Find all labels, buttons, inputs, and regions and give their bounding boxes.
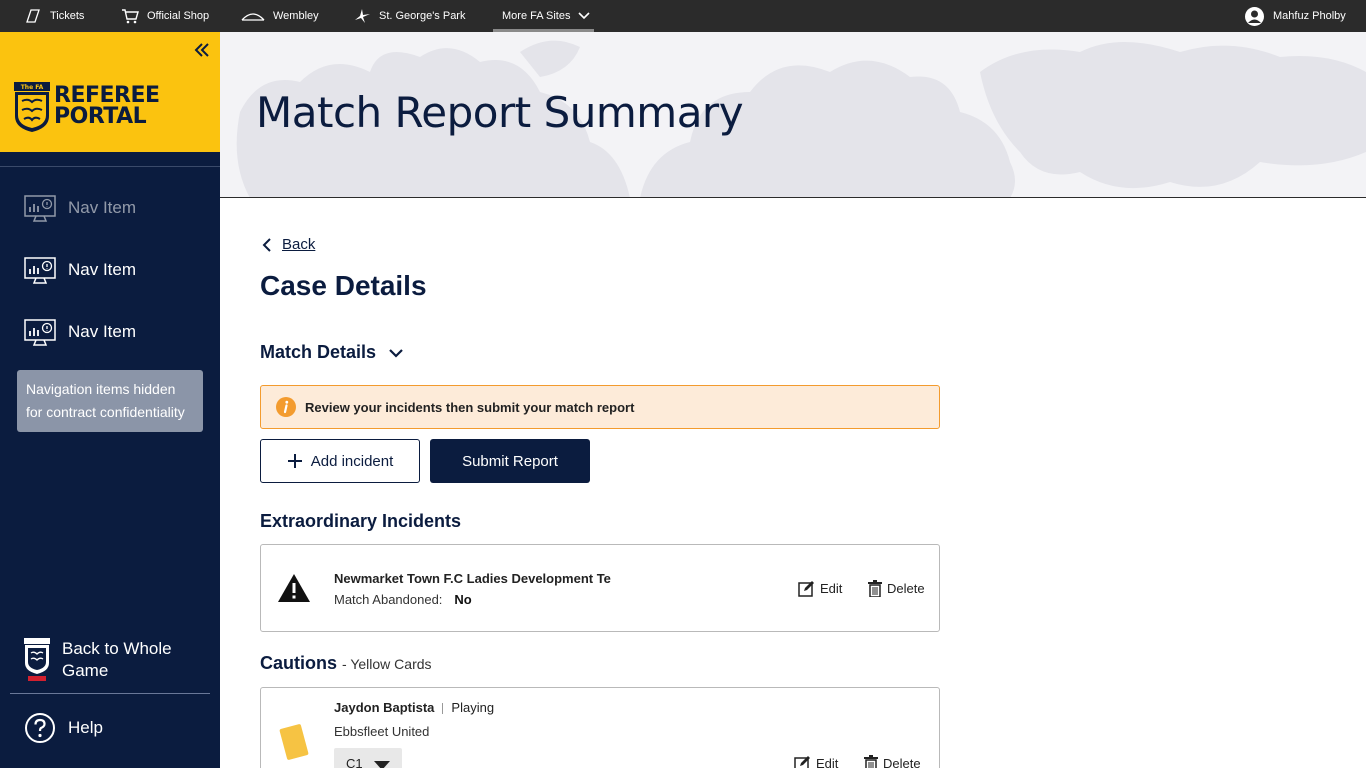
submit-report-button[interactable]: Submit Report: [430, 439, 590, 483]
st-georges-park-link[interactable]: St. George's Park: [353, 0, 465, 32]
monitor-report-icon: [24, 195, 56, 222]
tickets-label: Tickets: [50, 10, 85, 22]
delete-caution-button[interactable]: Delete: [864, 755, 921, 768]
delete-label: Delete: [883, 756, 921, 768]
user-name: Mahfuz Pholby: [1273, 10, 1346, 22]
case-details-heading: Case Details: [260, 270, 427, 301]
cautions-subtitle: - Yellow Cards: [342, 656, 432, 672]
monitor-report-icon: [24, 319, 56, 346]
match-details-toggle[interactable]: Match Details: [260, 342, 404, 363]
match-abandoned-value: No: [454, 592, 472, 607]
sidebar-item-label: Nav Item: [68, 260, 137, 279]
caution-code-value: C1: [346, 756, 363, 768]
divider: [442, 703, 444, 715]
edit-incident-button[interactable]: Edit: [798, 580, 842, 597]
sidebar-item-2[interactable]: Nav Item: [0, 248, 220, 292]
delete-label: Delete: [887, 581, 925, 596]
chevron-down-icon: [578, 12, 591, 20]
sidebar-divider: [0, 166, 220, 167]
shop-label: Official Shop: [147, 10, 210, 22]
more-fa-sites-label: More FA Sites: [502, 10, 571, 22]
sidebar-item-1[interactable]: Nav Item: [0, 186, 220, 230]
fa-crest-icon: [24, 638, 50, 681]
hidden-nav-note: Navigation items hidden for contract con…: [17, 370, 203, 432]
wembley-label: Wembley: [273, 10, 319, 22]
shop-link[interactable]: Official Shop: [121, 0, 209, 32]
brand-title-line2: PORTAL: [54, 104, 147, 129]
chevron-left-icon: [262, 237, 271, 252]
caution-card: Jaydon Baptista Playing Ebbsfleet United …: [260, 687, 940, 768]
edit-label: Edit: [820, 581, 843, 596]
sgp-icon: [355, 9, 370, 23]
caret-down-icon: [374, 761, 390, 768]
player-club: Ebbsfleet United: [334, 724, 430, 739]
help-label: Help: [68, 718, 103, 737]
svg-text:The FA: The FA: [21, 84, 44, 91]
info-banner: Review your incidents then submit your m…: [260, 385, 940, 429]
trash-icon: [864, 755, 878, 768]
sidebar-divider-bottom: [10, 693, 210, 694]
tickets-link[interactable]: Tickets: [24, 0, 84, 32]
match-details-label: Match Details: [260, 342, 377, 362]
more-fa-sites-dropdown[interactable]: More FA Sites: [502, 0, 591, 32]
info-banner-text: Review your incidents then submit your m…: [305, 399, 635, 415]
extraordinary-incident-card: Newmarket Town F.C Ladies Development Te…: [260, 544, 940, 632]
edit-icon: [794, 756, 810, 768]
submit-report-label: Submit Report: [462, 452, 558, 470]
edit-label: Edit: [816, 756, 839, 768]
sidebar-item-label: Nav Item: [68, 198, 137, 217]
sidebar-item-3[interactable]: Nav Item: [0, 310, 220, 354]
user-avatar-icon: [1245, 6, 1264, 26]
player-name: Jaydon Baptista: [334, 700, 435, 715]
help-icon: [25, 713, 55, 743]
extraordinary-incidents-heading: Extraordinary Incidents: [260, 511, 462, 531]
brand-header: The FA REFEREE PORTAL: [0, 32, 220, 152]
cautions-heading: Cautions - Yellow Cards: [260, 653, 432, 674]
page-hero: Match Report Summary: [220, 32, 1366, 198]
edit-icon: [798, 581, 814, 597]
yellow-card-icon: [279, 724, 309, 760]
info-icon: [276, 397, 296, 417]
warning-icon: [278, 574, 310, 602]
help-link[interactable]: Help: [0, 708, 220, 748]
monitor-report-icon: [24, 257, 56, 284]
add-incident-button[interactable]: Add incident: [260, 439, 420, 483]
fa-crest-logo: The FA: [14, 82, 50, 132]
back-to-whole-game-link[interactable]: Back to Whole Game: [0, 632, 220, 692]
sidebar-item-label: Nav Item: [68, 322, 137, 341]
user-menu[interactable]: Mahfuz Pholby: [1244, 0, 1346, 32]
match-abandoned-row: Match Abandoned: No: [334, 592, 472, 607]
cart-icon: [122, 9, 139, 24]
wembley-arch-icon: [241, 13, 265, 21]
cautions-title: Cautions: [260, 653, 338, 673]
edit-caution-button[interactable]: Edit: [794, 755, 838, 768]
back-link[interactable]: Back: [262, 236, 315, 253]
wembley-link[interactable]: Wembley: [241, 0, 319, 32]
collapse-sidebar-icon[interactable]: [192, 40, 212, 60]
plus-icon: [287, 454, 302, 468]
match-abandoned-label: Match Abandoned:: [334, 592, 443, 607]
caution-code-select[interactable]: C1: [334, 748, 402, 768]
trash-icon: [868, 580, 882, 597]
sidebar: The FA REFEREE PORTAL Nav Item Nav Item …: [0, 32, 220, 768]
add-incident-label: Add incident: [310, 452, 394, 470]
ticket-icon: [26, 9, 40, 23]
sgp-label: St. George's Park: [379, 10, 466, 22]
caution-player-row: Jaydon Baptista Playing: [334, 700, 494, 715]
chevron-down-icon: [389, 348, 403, 358]
back-to-whole-game-label: Back to Whole Game: [62, 639, 172, 680]
delete-incident-button[interactable]: Delete: [868, 580, 925, 597]
back-label: Back: [282, 236, 316, 253]
page-title: Match Report Summary: [256, 88, 744, 137]
top-bar: Tickets Official Shop Wembley St. George…: [0, 0, 1366, 32]
incident-team-name: Newmarket Town F.C Ladies Development Te: [334, 571, 611, 586]
player-status: Playing: [451, 700, 495, 715]
